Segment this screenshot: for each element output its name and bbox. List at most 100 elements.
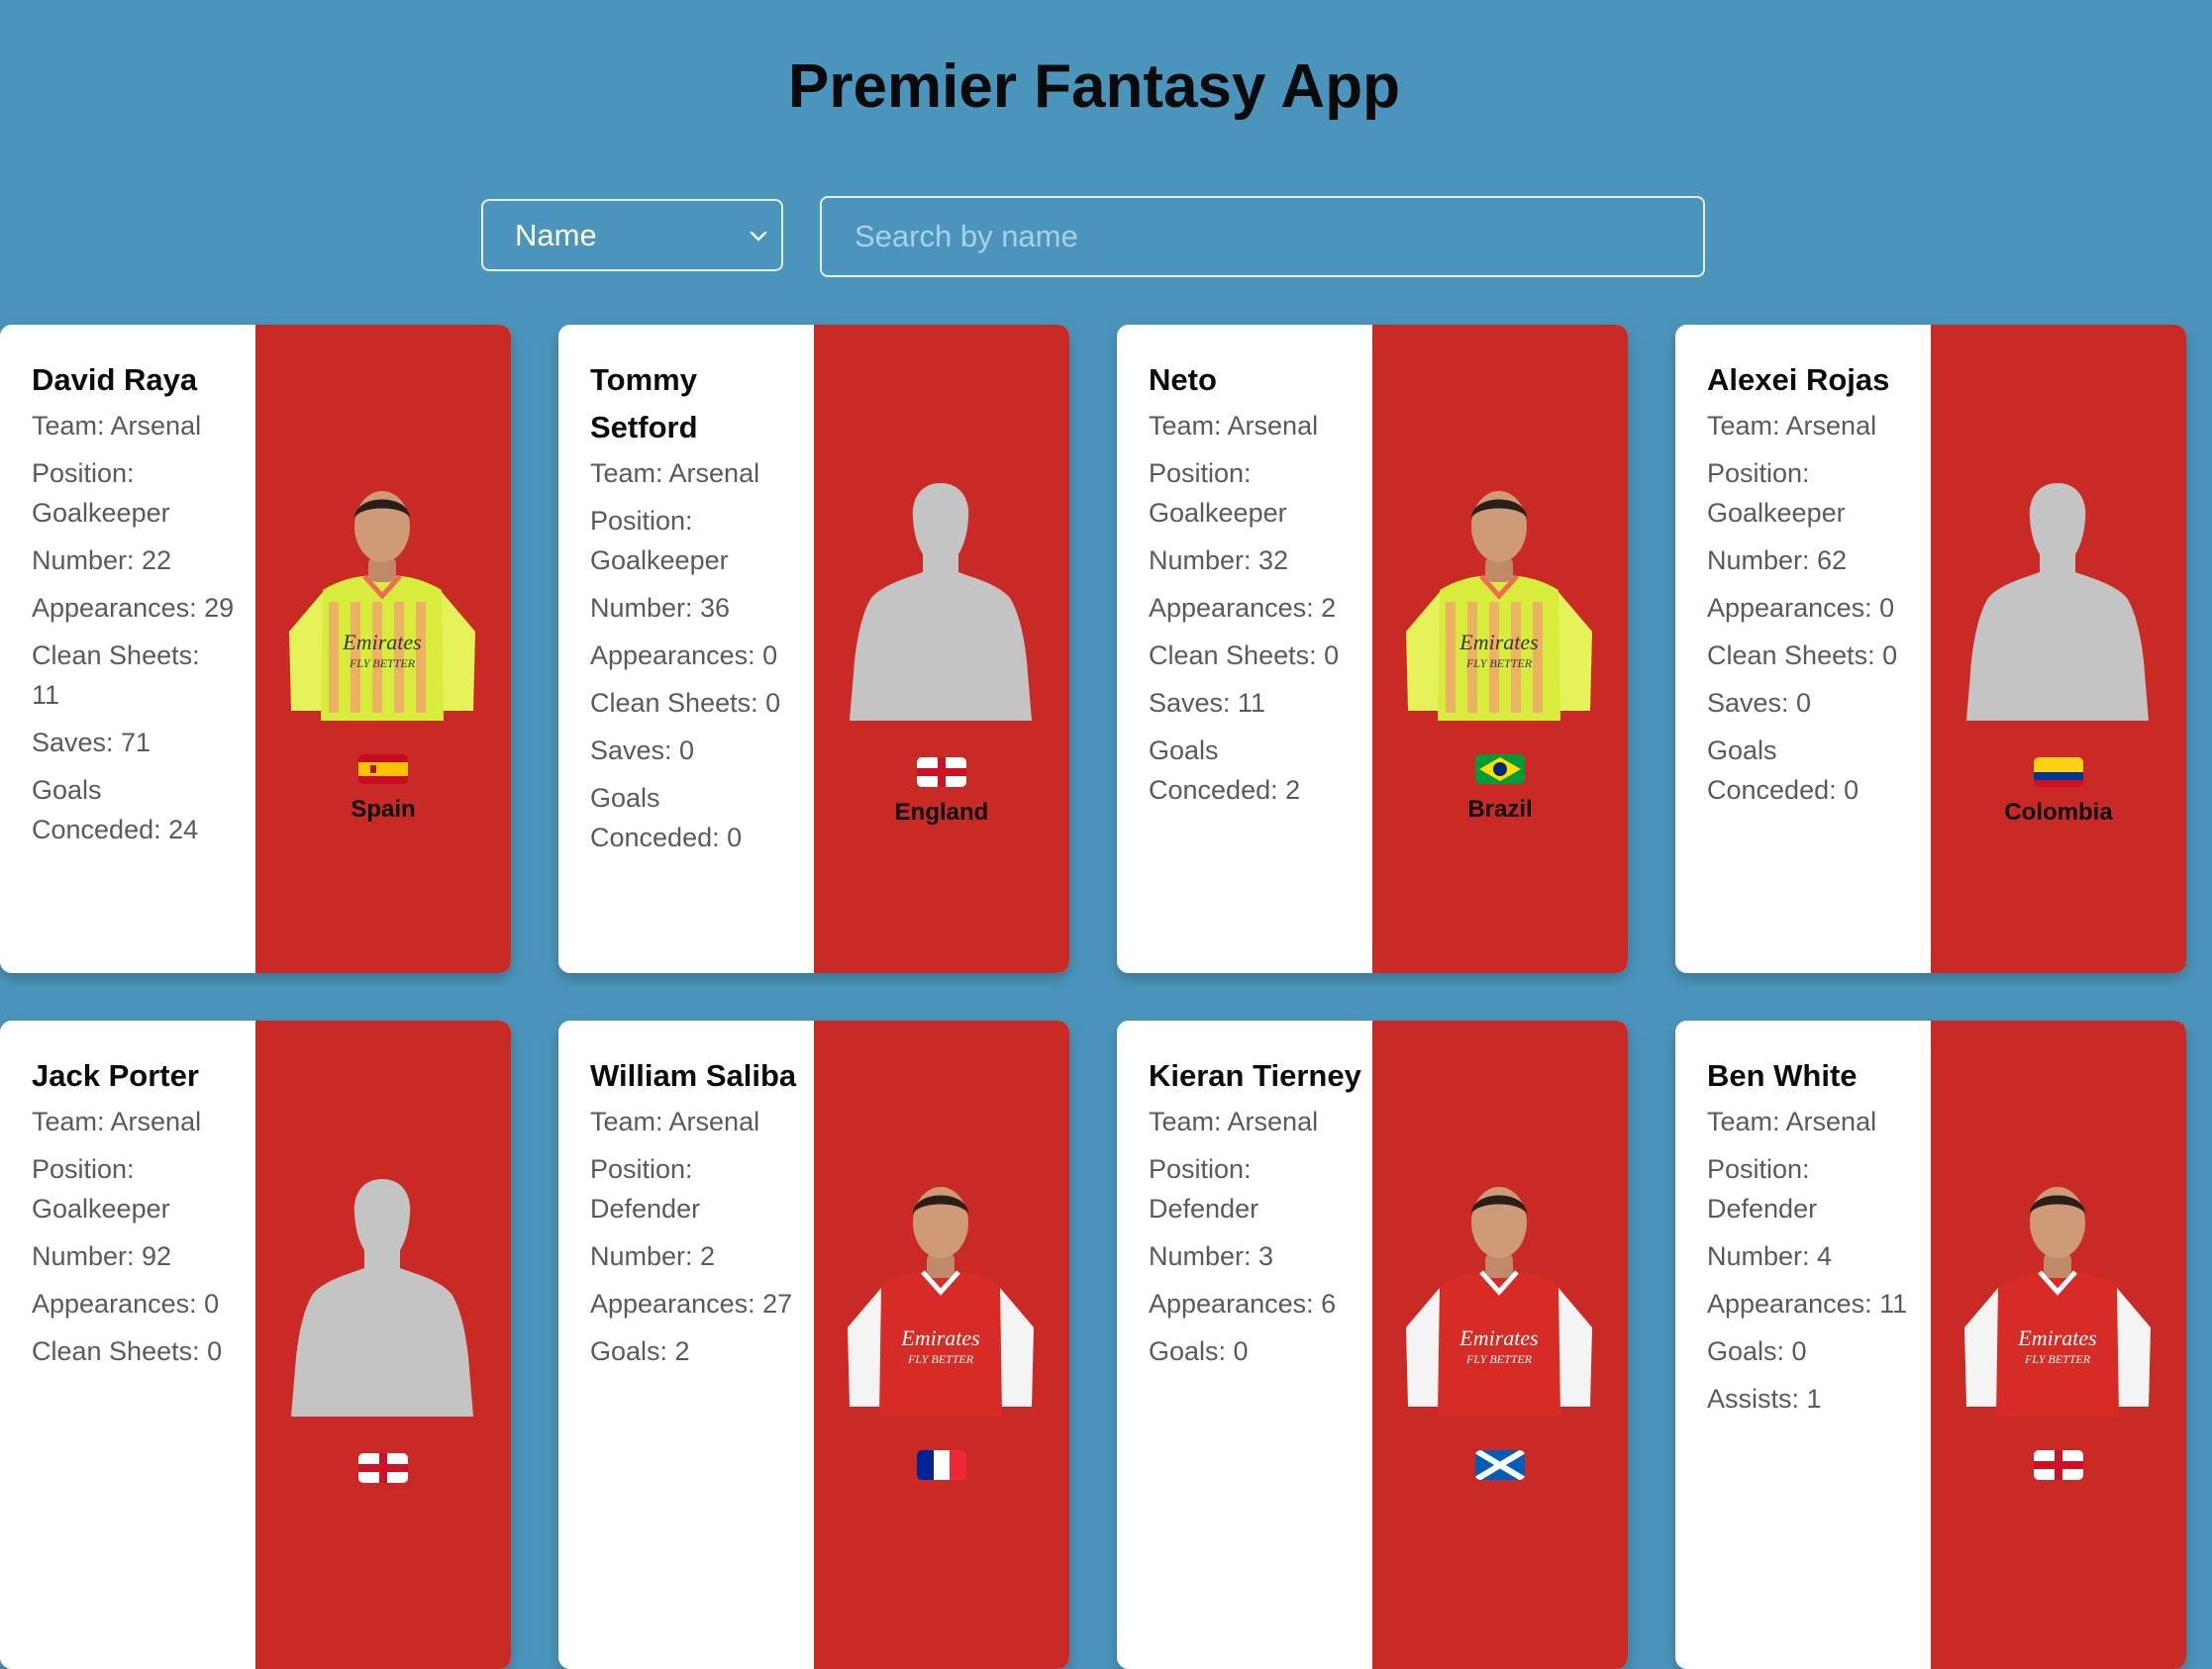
player-stat: Number: 62 — [1707, 545, 1848, 575]
player-stat: Goals: 0 — [1707, 1336, 1807, 1366]
player-stat: Number: 22 — [32, 545, 172, 575]
player-country: Brazil — [1467, 796, 1533, 823]
player-stat: Position: Goalkeeper — [1707, 458, 1846, 528]
player-photo-panel: Emirates FLY BETTER Brazil — [1372, 325, 1628, 973]
player-stat: Position: Goalkeeper — [32, 1154, 170, 1224]
england-flag-icon — [2034, 1450, 2083, 1480]
player-info: Neto Team: Arsenal Position: Goalkeeper Num… — [1117, 325, 1372, 973]
player-name: Ben White — [1707, 1058, 1858, 1093]
player-stat: Position: Goalkeeper — [1149, 458, 1287, 528]
player-card[interactable]: Neto Team: Arsenal Position: Goalkeeper Num… — [1117, 325, 1628, 973]
player-name: Kieran Tierney — [1149, 1058, 1361, 1093]
svg-text:FLY BETTER: FLY BETTER — [2024, 1352, 2091, 1366]
player-stat: Number: 36 — [590, 593, 731, 623]
player-stat: Team: Arsenal — [32, 1107, 202, 1136]
player-info: Alexei Rojas Team: Arsenal Position: Goalk… — [1675, 325, 1931, 973]
player-stat: Team: Arsenal — [590, 1107, 760, 1136]
player-stat: Appearances: 0 — [32, 1289, 220, 1319]
player-silhouette-icon — [291, 1179, 473, 1417]
player-stat: Appearances: 0 — [590, 640, 778, 670]
svg-text:Emirates: Emirates — [342, 630, 421, 654]
england-flag-icon — [917, 757, 966, 787]
player-info: Ben White Team: Arsenal Position: Defender… — [1675, 1021, 1931, 1669]
player-stat: Clean Sheets: 0 — [1707, 640, 1898, 670]
player-country: Spain — [351, 796, 416, 823]
player-photo-panel: Emirates FLY BETTER — [1372, 1021, 1628, 1669]
player-stat: Goals: 2 — [590, 1336, 690, 1366]
player-photo-panel: Colombia — [1931, 325, 2186, 973]
player-stat: Team: Arsenal — [1707, 411, 1877, 441]
player-stat: Team: Arsenal — [1149, 411, 1319, 441]
player-card[interactable]: Ben White Team: Arsenal Position: Defender… — [1675, 1021, 2186, 1669]
france-flag-icon — [917, 1450, 966, 1480]
svg-text:Emirates: Emirates — [900, 1325, 979, 1350]
england-flag-icon — [358, 1453, 408, 1483]
page-title: Premier Fantasy App — [788, 52, 1400, 121]
player-stat: Appearances: 0 — [1707, 593, 1895, 623]
player-name: William Saliba — [590, 1058, 797, 1093]
player-stat: Clean Sheets: 0 — [590, 688, 781, 718]
player-photo-panel — [255, 1021, 511, 1669]
player-stat: Team: Arsenal — [1149, 1107, 1319, 1136]
player-stat: Number: 32 — [1149, 545, 1289, 575]
player-stat: Goals Conceded: 24 — [32, 775, 199, 844]
chevron-down-icon — [750, 231, 767, 242]
player-stat: Goals Conceded: 2 — [1149, 736, 1301, 805]
player-photo-panel: Emirates FLY BETTER — [1931, 1021, 2186, 1669]
player-name: Neto — [1149, 362, 1217, 397]
player-stat: Clean Sheets: 0 — [1149, 640, 1340, 670]
player-stat: Position: Defender — [1707, 1154, 1818, 1224]
player-stat: Position: Defender — [590, 1154, 701, 1224]
player-stat: Assists: 1 — [1707, 1384, 1822, 1414]
player-photo: Emirates FLY BETTER — [289, 491, 475, 721]
player-stat: Appearances: 27 — [590, 1289, 793, 1319]
player-stat: Position: Goalkeeper — [590, 506, 729, 575]
player-stat: Goals Conceded: 0 — [590, 783, 743, 852]
player-stat: Appearances: 2 — [1149, 593, 1337, 623]
brazil-flag-icon — [1475, 754, 1525, 784]
player-country: England — [894, 799, 989, 826]
player-stat: Position: Defender — [1149, 1154, 1259, 1224]
player-name: Jack Porter — [32, 1058, 199, 1093]
spain-flag-icon — [358, 754, 408, 784]
colombia-flag-icon — [2034, 757, 2083, 787]
search-placeholder: Search by name — [855, 219, 1078, 253]
player-photo-panel: Emirates FLY BETTER Spain — [255, 325, 511, 973]
player-name: Tommy Setford — [590, 362, 698, 444]
player-info: Kieran Tierney Team: Arsenal Position: Def… — [1117, 1021, 1372, 1669]
svg-text:Emirates: Emirates — [1458, 630, 1538, 654]
player-stat: Appearances: 29 — [32, 593, 235, 623]
player-stat: Number: 92 — [32, 1241, 172, 1271]
player-info: William Saliba Team: Arsenal Position: Def… — [558, 1021, 814, 1669]
player-silhouette-icon — [850, 483, 1032, 721]
svg-text:Emirates: Emirates — [2017, 1325, 2096, 1350]
player-photo: Emirates FLY BETTER — [1964, 1187, 2151, 1417]
search-input[interactable]: Search by name — [820, 196, 1705, 277]
player-card[interactable]: Jack Porter Team: Arsenal Position: Goalke… — [0, 1021, 511, 1669]
player-stat: Appearances: 11 — [1707, 1289, 1908, 1319]
player-name: Alexei Rojas — [1707, 362, 1890, 397]
player-stat: Clean Sheets: 11 — [32, 640, 200, 710]
player-stat: Team: Arsenal — [32, 411, 202, 441]
player-photo-panel: England — [814, 325, 1069, 973]
player-stat: Position: Goalkeeper — [32, 458, 170, 528]
svg-text:FLY BETTER: FLY BETTER — [1465, 656, 1533, 670]
player-card[interactable]: David Raya Team: Arsenal Position: Goalkee… — [0, 325, 511, 973]
player-card[interactable]: Kieran Tierney Team: Arsenal Position: Def… — [1117, 1021, 1628, 1669]
player-card[interactable]: Tommy Setford Team: Arsenal Position: Goal… — [558, 325, 1069, 973]
player-stat: Goals: 0 — [1149, 1336, 1249, 1366]
player-photo: Emirates FLY BETTER — [1406, 1187, 1592, 1417]
player-stat: Clean Sheets: 0 — [32, 1336, 223, 1366]
player-stat: Saves: 0 — [590, 736, 695, 765]
player-card[interactable]: William Saliba Team: Arsenal Position: Def… — [558, 1021, 1069, 1669]
sort-by-select[interactable]: Name — [481, 199, 783, 271]
player-info: Tommy Setford Team: Arsenal Position: Goal… — [558, 325, 814, 973]
player-photo: Emirates FLY BETTER — [1406, 491, 1592, 721]
player-stat: Number: 3 — [1149, 1241, 1274, 1271]
player-card[interactable]: Alexei Rojas Team: Arsenal Position: Goalk… — [1675, 325, 2186, 973]
player-stat: Saves: 11 — [1149, 688, 1266, 718]
player-stat: Team: Arsenal — [1707, 1107, 1877, 1136]
player-stat: Saves: 71 — [32, 728, 151, 757]
player-country: Colombia — [2004, 799, 2113, 826]
player-info: Jack Porter Team: Arsenal Position: Goalke… — [0, 1021, 255, 1669]
